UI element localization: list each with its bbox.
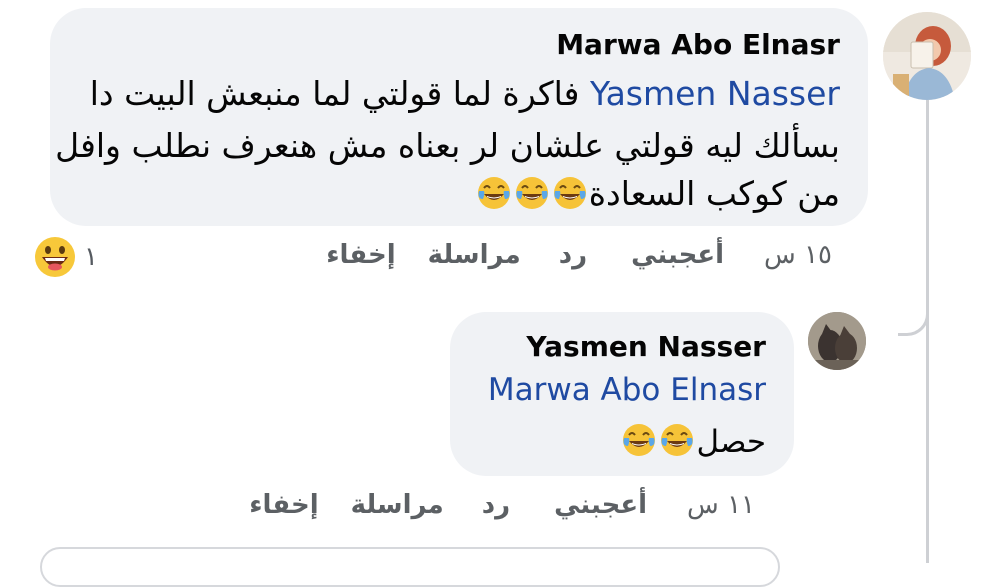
- reply-mention[interactable]: Marwa Abo Elnasr: [488, 372, 766, 408]
- reaction-summary[interactable]: ١: [34, 236, 98, 278]
- comment-mention[interactable]: Yasmen Nasser: [590, 74, 840, 113]
- thread-line: [926, 100, 929, 563]
- tears-of-joy-icon: [515, 177, 548, 209]
- reply-timestamp[interactable]: ١١ س: [687, 490, 755, 520]
- thread-branch: [898, 292, 929, 336]
- reply-text-line: حصل: [620, 422, 766, 462]
- reply-bubble: Yasmen Nasser Marwa Abo Elnasr حصل: [450, 312, 794, 476]
- message-button[interactable]: مراسلة: [351, 490, 444, 520]
- reaction-count: ١: [84, 242, 98, 272]
- message-button[interactable]: مراسلة: [428, 240, 521, 270]
- comment-text-part: من كوكب السعادة: [588, 174, 840, 213]
- comment-author[interactable]: Marwa Abo Elnasr: [556, 28, 840, 61]
- reply-actions: ١١ س أعجبني رد مراسلة إخفاء: [249, 490, 755, 520]
- comment-timestamp[interactable]: ١٥ س: [764, 240, 832, 270]
- reply-text: حصل: [696, 424, 766, 460]
- emoji-group: [620, 424, 696, 460]
- like-button[interactable]: أعجبني: [631, 240, 724, 270]
- reply-input[interactable]: [40, 547, 780, 587]
- grinning-face-icon: [35, 237, 75, 277]
- comment-text-line-3: من كوكب السعادة: [475, 174, 840, 214]
- commenter-avatar[interactable]: [883, 12, 971, 100]
- emoji-group: [475, 174, 589, 213]
- hide-button[interactable]: إخفاء: [326, 240, 395, 270]
- comment-bubble: Marwa Abo Elnasr Yasmen Nasser فاكرة لما…: [50, 8, 868, 226]
- comment-text-line-2: بسألك ليه قولتي علشان لر بعناه مش هنعرف …: [55, 126, 840, 165]
- hide-button[interactable]: إخفاء: [249, 490, 318, 520]
- tears-of-joy-icon: [661, 424, 694, 456]
- comment-text-line-1: Yasmen Nasser فاكرة لما قولتي لما منبعش …: [90, 74, 840, 114]
- tears-of-joy-icon: [477, 177, 510, 209]
- comment-text-part: فاكرة لما قولتي لما منبعش البيت دا: [89, 74, 580, 113]
- replier-avatar[interactable]: [808, 312, 866, 370]
- reply-mention-line: Marwa Abo Elnasr: [488, 370, 766, 410]
- reply-author[interactable]: Yasmen Nasser: [526, 330, 766, 363]
- reply-button[interactable]: رد: [482, 490, 510, 520]
- like-button[interactable]: أعجبني: [554, 490, 647, 520]
- reply-button[interactable]: رد: [559, 240, 587, 270]
- comment-actions: ١٥ س أعجبني رد مراسلة إخفاء: [326, 240, 832, 270]
- tears-of-joy-icon: [623, 424, 656, 456]
- tears-of-joy-icon: [553, 177, 586, 209]
